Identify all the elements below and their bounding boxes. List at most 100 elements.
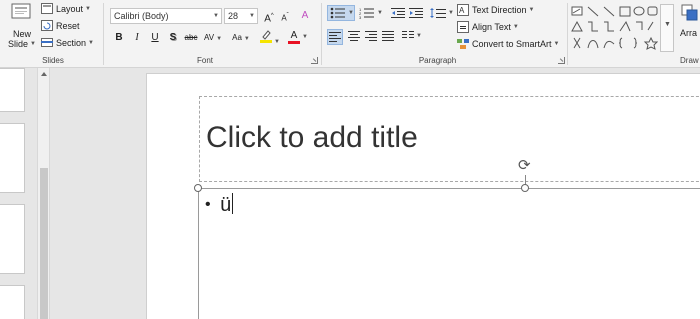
bullets-icon [330, 7, 345, 19]
svg-text:3: 3 [359, 15, 362, 19]
bullet-text: ü [220, 194, 232, 216]
content-textbox[interactable]: • ü [198, 188, 700, 319]
arrange-label: Arra [680, 28, 698, 38]
chevron-down-icon: ▼ [512, 24, 519, 30]
title-placeholder-text: Click to add title [206, 121, 418, 154]
align-text-icon [457, 21, 469, 33]
bold-button[interactable]: B [112, 31, 126, 45]
chevron-down-icon[interactable]: ▼ [247, 9, 257, 23]
justify-button[interactable] [382, 31, 394, 41]
resize-handle[interactable] [194, 184, 202, 192]
align-text-button[interactable]: Align Text ▼ [457, 21, 519, 33]
new-slide-label-2: Slide [8, 39, 29, 49]
group-divider [103, 3, 104, 65]
align-center-button[interactable] [348, 31, 360, 41]
slide-editing-area: Click to add title • ü ⟳ [51, 68, 700, 319]
ribbon: New Slide ▼ Layout ▼ Reset Section ▼ Slides… [0, 0, 700, 68]
font-size-value: 28 [228, 11, 239, 21]
spacing-icon: AV [203, 33, 215, 42]
text-direction-icon: A [457, 4, 469, 16]
smartart-icon [457, 39, 469, 49]
decrease-indent-button[interactable] [391, 7, 405, 19]
font-color-button[interactable]: A ▼ [287, 29, 309, 44]
chevron-down-icon: ▼ [85, 5, 91, 12]
change-case-icon: Aa [232, 33, 242, 42]
clear-formatting-button[interactable]: A [298, 9, 312, 23]
chevron-down-icon: ▼ [274, 39, 280, 45]
chevron-down-icon: ▼ [88, 39, 94, 46]
slide-thumbnail[interactable] [0, 123, 25, 193]
shapes-gallery-scroll[interactable]: ▼ [660, 4, 674, 52]
convert-smartart-label: Convert to SmartArt [472, 39, 552, 49]
reset-icon [41, 20, 53, 31]
align-right-button[interactable] [365, 31, 377, 41]
chevron-down-icon[interactable]: ▼ [211, 9, 221, 23]
section-button[interactable]: Section ▼ [41, 37, 94, 48]
paragraph-dialog-launcher[interactable] [558, 57, 565, 64]
align-right-icon [365, 31, 377, 41]
shapes-gallery-icons [571, 6, 659, 50]
scroll-up-icon[interactable] [41, 72, 47, 76]
decrease-font-size-button[interactable]: Aˇ [278, 9, 292, 23]
decrease-indent-icon [391, 8, 405, 18]
new-slide-icon [11, 3, 31, 19]
align-center-icon [348, 31, 360, 41]
font-name-combo[interactable]: Calibri (Body) ▼ [110, 8, 222, 24]
columns-button[interactable]: ▼ [402, 31, 422, 41]
reset-label: Reset [56, 20, 80, 31]
strikethrough-button[interactable]: abc [182, 31, 200, 45]
font-size-combo[interactable]: 28 ▼ [224, 8, 258, 24]
chevron-down-icon: ▼ [553, 41, 560, 47]
drawing-group-label: Draw [680, 56, 699, 65]
slide-thumbnail[interactable] [0, 285, 25, 319]
shadow-button[interactable]: S [166, 31, 180, 45]
font-name-value: Calibri (Body) [114, 11, 169, 21]
layout-icon [41, 3, 53, 14]
text-direction-label: Text Direction [472, 5, 527, 15]
line-spacing-button[interactable]: ▼ [430, 7, 454, 19]
scrollbar-thumb[interactable] [40, 168, 48, 319]
slide-thumbnail[interactable] [0, 68, 25, 112]
thumbnail-scrollbar[interactable] [37, 68, 50, 319]
convert-smartart-button[interactable]: Convert to SmartArt ▼ [457, 38, 559, 50]
bullet-item[interactable]: • ü [205, 193, 234, 217]
italic-button[interactable]: I [130, 31, 144, 45]
resize-handle[interactable] [521, 184, 529, 192]
rotate-handle-icon[interactable]: ⟳ [518, 156, 531, 174]
layout-label: Layout [56, 3, 84, 14]
chevron-down-icon: ▼ [243, 36, 250, 42]
shapes-gallery[interactable] [570, 4, 659, 52]
change-case-button[interactable]: Aa ▼ [230, 31, 252, 45]
new-slide-label: New [12, 29, 31, 39]
font-dialog-launcher[interactable] [311, 57, 318, 64]
chevron-down-icon: ▼ [216, 36, 223, 42]
svg-text:A: A [459, 6, 465, 15]
numbering-icon: 123 [359, 7, 374, 19]
slide-canvas[interactable]: Click to add title • ü ⟳ [146, 73, 700, 319]
title-placeholder[interactable]: Click to add title [199, 96, 700, 182]
text-direction-button[interactable]: A Text Direction ▼ [457, 4, 534, 16]
align-left-button[interactable] [327, 29, 343, 45]
arrange-button[interactable]: Arra [680, 3, 700, 38]
reset-button[interactable]: Reset [41, 20, 80, 31]
section-label: Section [56, 37, 87, 48]
chevron-down-icon: ▼ [528, 7, 535, 13]
font-color-icon: A [288, 31, 301, 44]
chevron-down-icon: ▼ [664, 21, 671, 28]
text-cursor [232, 193, 234, 214]
highlight-color-button[interactable]: ▼ [259, 29, 281, 45]
chevron-down-icon: ▼ [30, 41, 36, 47]
paragraph-group-label: Paragraph [418, 56, 457, 65]
line-spacing-icon [430, 8, 446, 18]
slide-thumbnail[interactable] [0, 204, 25, 274]
layout-button[interactable]: Layout ▼ [41, 3, 91, 14]
character-spacing-button[interactable]: AV ▼ [202, 31, 224, 45]
underline-button[interactable]: U [148, 31, 162, 45]
new-slide-button[interactable]: New Slide ▼ [6, 3, 38, 51]
chevron-down-icon: ▼ [302, 34, 308, 40]
increase-indent-button[interactable] [409, 7, 423, 19]
increase-font-size-button[interactable]: A^ [262, 9, 276, 24]
increase-indent-icon [409, 8, 423, 18]
numbering-button[interactable]: 123 ▼ [359, 7, 383, 19]
bullets-button[interactable]: ▼ [327, 5, 355, 21]
